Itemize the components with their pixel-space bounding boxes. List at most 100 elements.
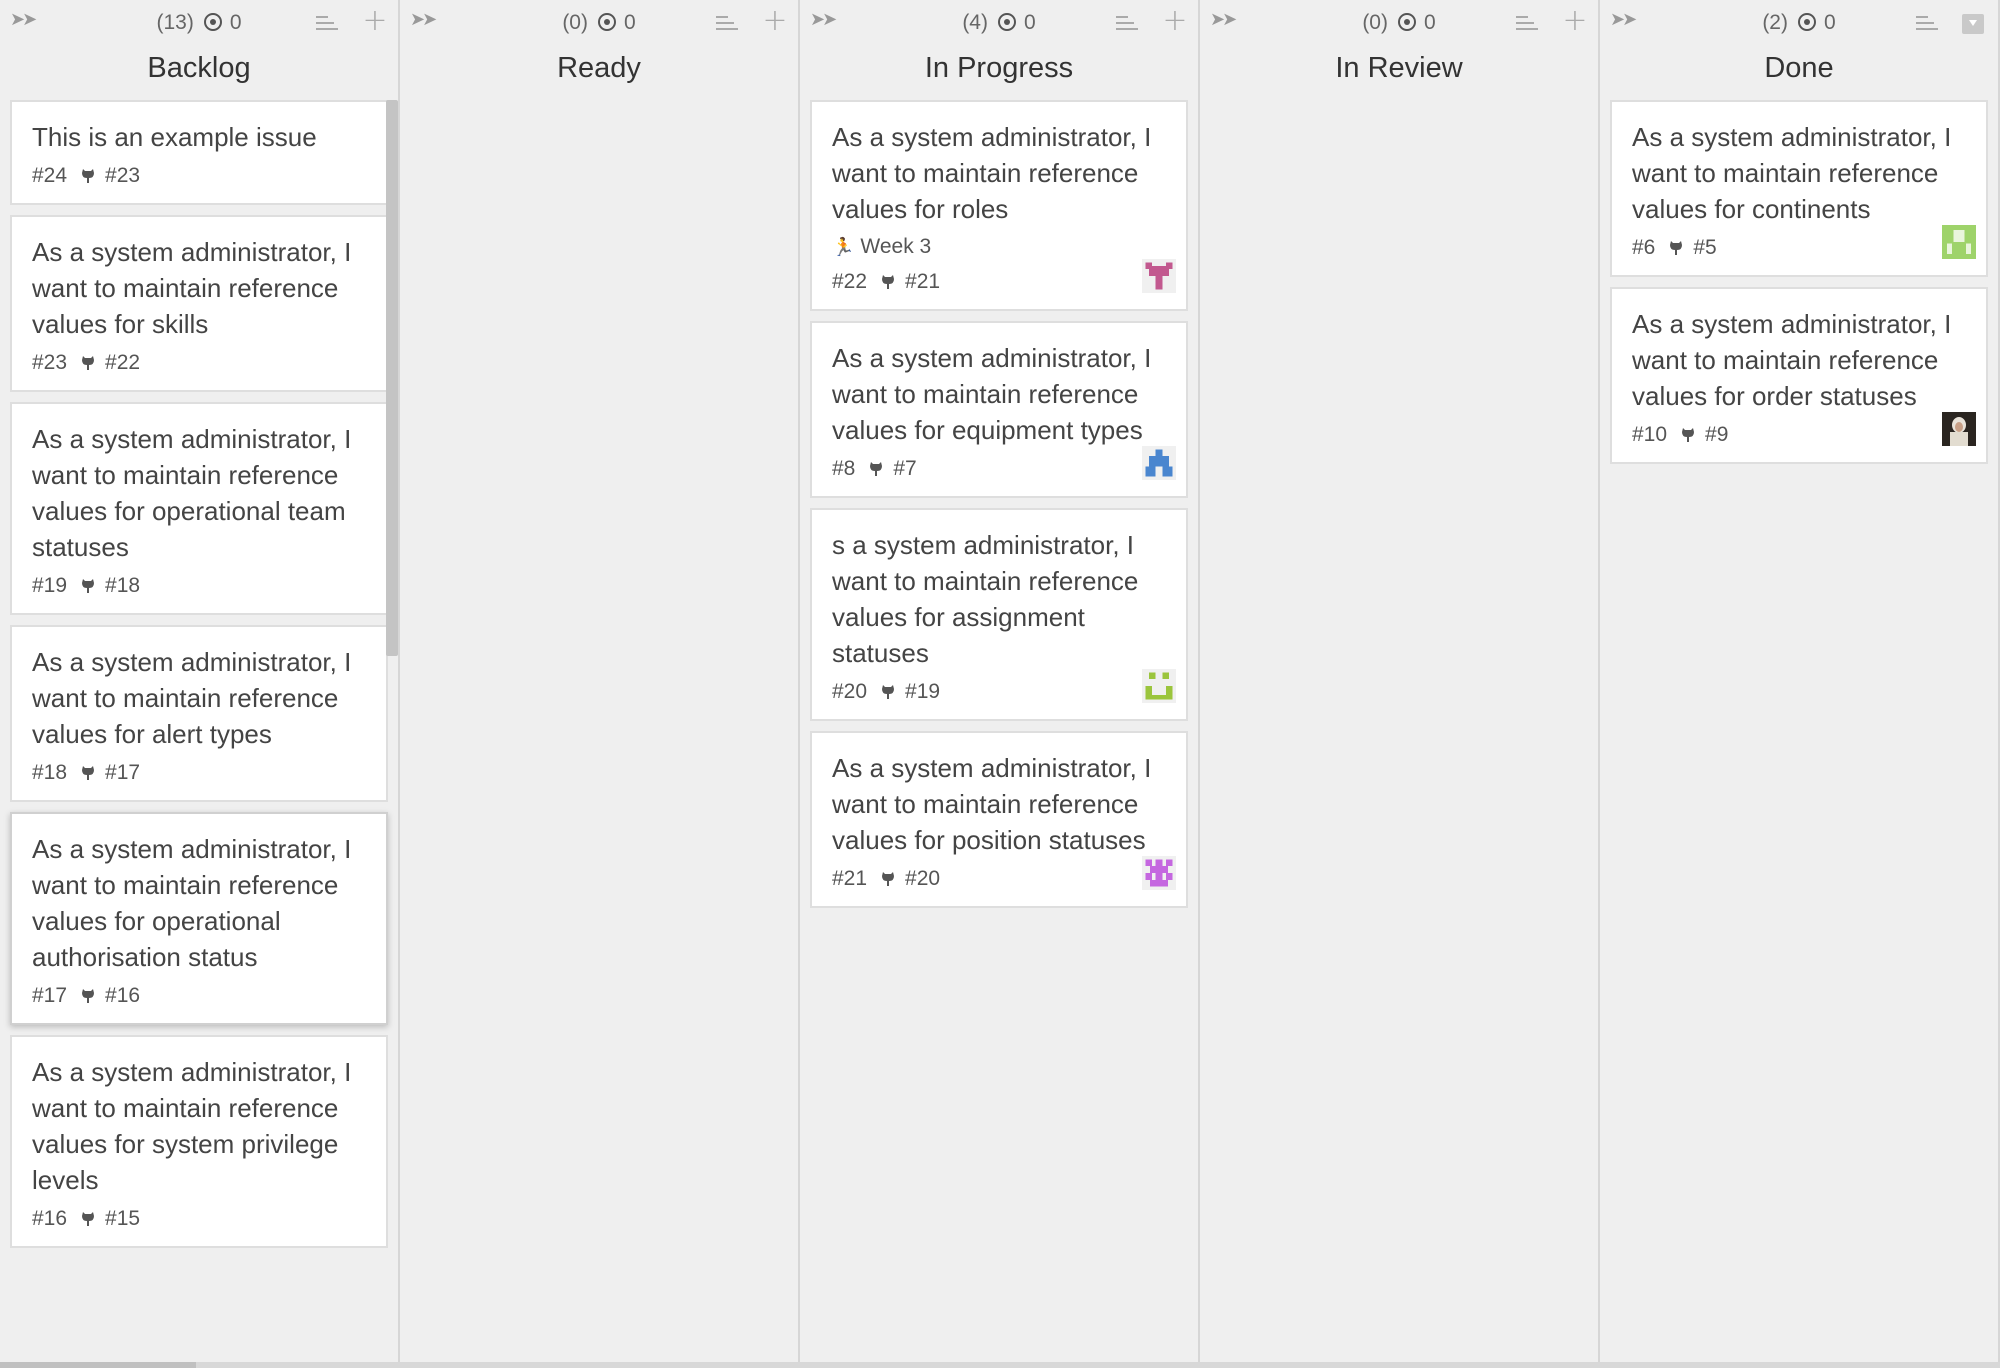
card-title: This is an example issue	[32, 122, 317, 152]
pipeline-value: 0	[623, 11, 636, 34]
card-footer: #21 #20	[832, 866, 1166, 892]
issue-number: #21	[832, 867, 868, 890]
column-header: ➤➤ (2) 0 Done	[1600, 0, 1998, 98]
card-title: As a system administrator, I want to mai…	[32, 1057, 352, 1195]
card-list: As a system administrator, I want to mai…	[1610, 100, 1988, 474]
horizontal-scrollbar[interactable]	[0, 1362, 2000, 1368]
linked-ref: #18	[105, 574, 141, 597]
card-footer: #22 #21	[832, 269, 1166, 295]
column-title: In Review	[1335, 52, 1463, 84]
archive-icon[interactable]	[1962, 14, 1984, 34]
issue-card[interactable]: As a system administrator, I want to mai…	[10, 402, 388, 615]
issue-card[interactable]: As a system administrator, I want to mai…	[810, 321, 1188, 498]
target-icon	[1397, 13, 1416, 31]
issue-count: (13)	[156, 11, 194, 34]
milestone-label: Week 3	[860, 235, 932, 258]
column-in-review: ➤➤ (0) 0 + In Review	[1200, 0, 1600, 1368]
pipeline-value: 0	[229, 11, 242, 34]
card-footer: #20 #19	[832, 679, 1166, 705]
card-title: As a system administrator, I want to mai…	[832, 753, 1152, 855]
issue-card[interactable]: As a system administrator, I want to mai…	[10, 625, 388, 802]
issue-number: #6	[1632, 236, 1656, 259]
linked-ref: #17	[105, 761, 141, 784]
sort-icon[interactable]	[316, 16, 340, 32]
issue-card[interactable]: As a system administrator, I want to mai…	[10, 1035, 388, 1248]
linked-ref: #20	[905, 867, 941, 890]
issue-count: (0)	[562, 11, 588, 34]
column-header: ➤➤ (13) 0 + Backlog	[0, 0, 398, 98]
pipeline-value: 0	[1423, 11, 1436, 34]
github-octocat-icon	[82, 579, 95, 593]
card-title: As a system administrator, I want to mai…	[1632, 122, 1952, 224]
card-footer: #17 #16	[32, 983, 366, 1009]
linked-ref: #7	[893, 457, 917, 480]
photo-avatar[interactable]	[1942, 412, 1976, 446]
issue-number: #18	[32, 761, 68, 784]
issue-card[interactable]: s a system administrator, I want to main…	[810, 508, 1188, 721]
pipeline-value: 0	[1823, 11, 1836, 34]
column-ready: ➤➤ (0) 0 + Ready	[400, 0, 800, 1368]
issue-number: #20	[832, 680, 868, 703]
avatar[interactable]	[1142, 446, 1176, 480]
card-title: As a system administrator, I want to mai…	[832, 122, 1152, 224]
sort-icon[interactable]	[1116, 16, 1140, 32]
issue-card[interactable]: As a system administrator, I want to mai…	[1610, 100, 1988, 277]
linked-ref: #22	[105, 351, 141, 374]
card-footer: #19 #18	[32, 573, 366, 599]
sort-icon[interactable]	[1916, 16, 1940, 32]
github-octocat-icon	[882, 872, 895, 886]
issue-count: (0)	[1362, 11, 1388, 34]
target-icon	[597, 13, 616, 31]
issue-number: #23	[32, 351, 68, 374]
sort-icon[interactable]	[1516, 16, 1540, 32]
plus-icon[interactable]: +	[1162, 6, 1188, 36]
plus-icon[interactable]: +	[362, 6, 388, 36]
avatar[interactable]	[1142, 669, 1176, 703]
column-title: Ready	[557, 52, 641, 84]
avatar[interactable]	[1942, 225, 1976, 259]
plus-icon[interactable]: +	[762, 6, 788, 36]
linked-ref: #19	[905, 680, 941, 703]
column-header: ➤➤ (0) 0 + In Review	[1200, 0, 1598, 98]
github-octocat-icon	[1670, 241, 1683, 255]
target-icon	[203, 13, 222, 31]
github-octocat-icon	[82, 766, 95, 780]
card-footer: #18 #17	[32, 760, 366, 786]
issue-card[interactable]: As a system administrator, I want to mai…	[810, 100, 1188, 311]
issue-number: #10	[1632, 423, 1668, 446]
issue-card[interactable]: As a system administrator, I want to mai…	[10, 215, 388, 392]
github-octocat-icon	[1682, 428, 1695, 442]
github-octocat-icon	[870, 462, 883, 476]
issue-number: #16	[32, 1207, 68, 1230]
avatar[interactable]	[1142, 259, 1176, 293]
card-title: As a system administrator, I want to mai…	[1632, 309, 1952, 411]
card-title: s a system administrator, I want to main…	[832, 530, 1139, 668]
sort-icon[interactable]	[716, 16, 740, 32]
card-footer: #6 #5	[1632, 235, 1966, 261]
issue-count: (2)	[1762, 11, 1788, 34]
issue-count: (4)	[962, 11, 988, 34]
card-title: As a system administrator, I want to mai…	[32, 647, 352, 749]
column-header: ➤➤ (4) 0 + In Progress	[800, 0, 1198, 98]
issue-number: #8	[832, 457, 856, 480]
github-octocat-icon	[82, 169, 95, 183]
column-scrollbar[interactable]	[386, 100, 398, 656]
card-title: As a system administrator, I want to mai…	[32, 834, 352, 972]
card-title: As a system administrator, I want to mai…	[832, 343, 1152, 445]
column-title: Backlog	[147, 52, 251, 84]
issue-number: #19	[32, 574, 68, 597]
pipeline-value: 0	[1023, 11, 1036, 34]
scrollbar-thumb[interactable]	[0, 1362, 196, 1368]
github-octocat-icon	[82, 1212, 95, 1226]
target-icon	[1797, 13, 1816, 31]
plus-icon[interactable]: +	[1562, 6, 1588, 36]
avatar[interactable]	[1142, 856, 1176, 890]
issue-number: #24	[32, 164, 68, 187]
milestone[interactable]: 🏃 Week 3	[832, 233, 1166, 261]
issue-card[interactable]: This is an example issue #24 #23	[10, 100, 388, 205]
card-footer: #10 #9	[1632, 422, 1966, 448]
issue-card[interactable]: As a system administrator, I want to mai…	[10, 812, 388, 1025]
column-title: In Progress	[924, 52, 1074, 84]
issue-card[interactable]: As a system administrator, I want to mai…	[1610, 287, 1988, 464]
issue-card[interactable]: As a system administrator, I want to mai…	[810, 731, 1188, 908]
